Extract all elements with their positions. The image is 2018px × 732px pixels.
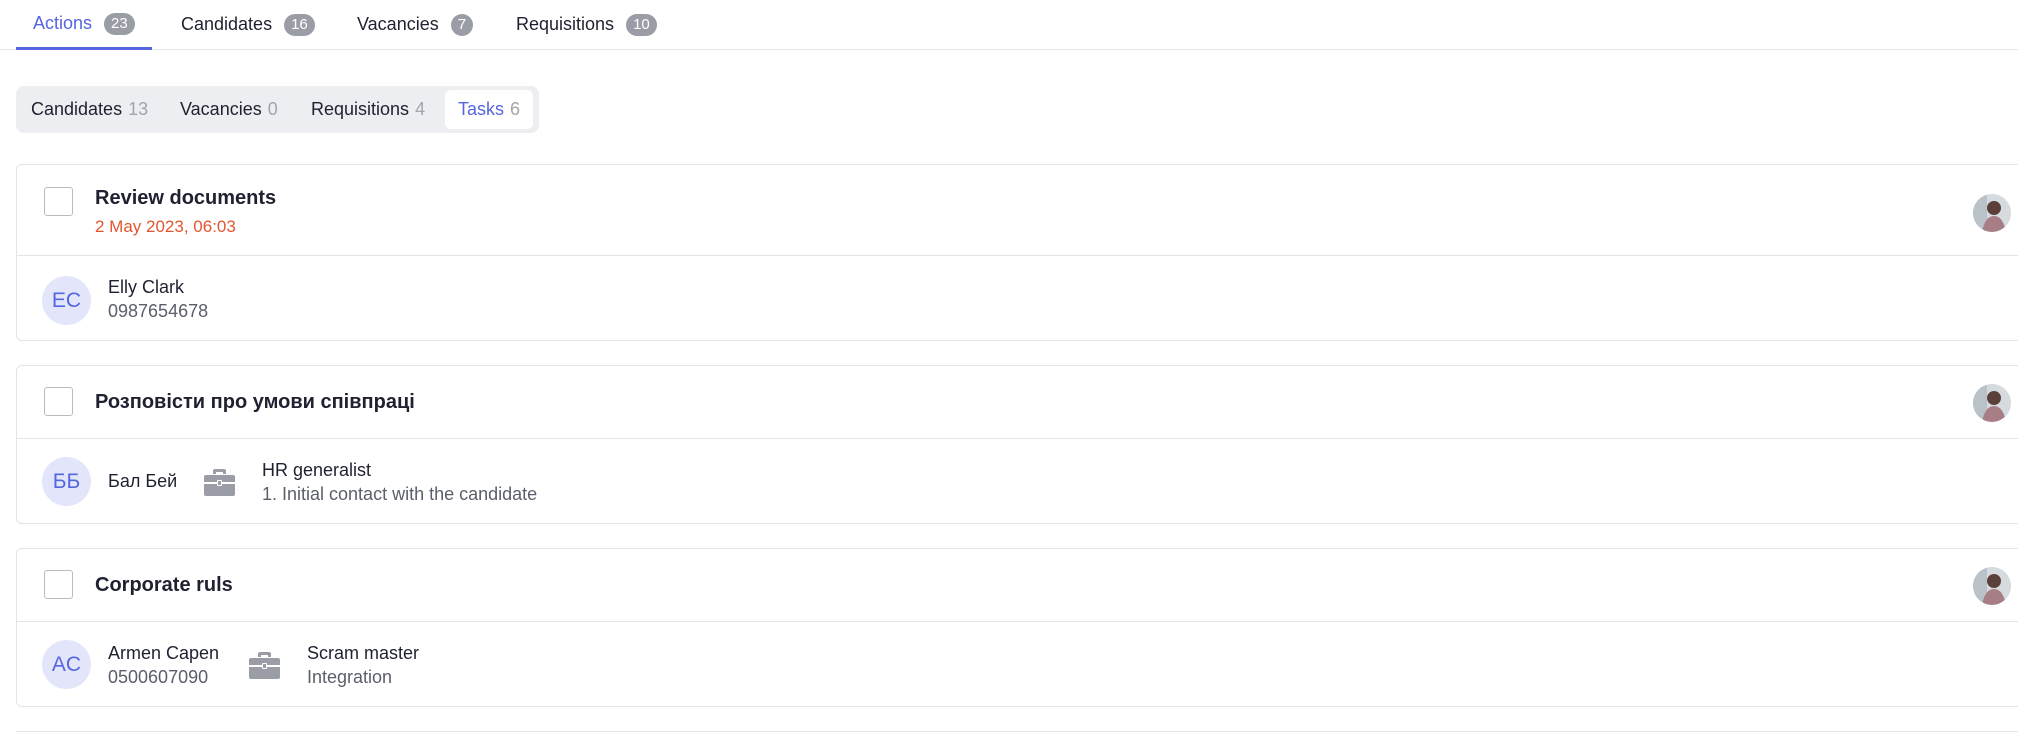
task-card-header: Розповісти про умови співпраці xyxy=(17,366,2018,439)
tab-candidates-count: 16 xyxy=(284,13,315,36)
tab-actions-count: 23 xyxy=(104,12,135,35)
tab-vacancies[interactable]: Vacancies 7 xyxy=(357,0,474,49)
task-title[interactable]: Розповісти про умови співпраці xyxy=(95,391,415,414)
contact-name[interactable]: Elly Clark xyxy=(108,277,184,298)
subtab-requisitions-count: 4 xyxy=(415,99,426,119)
subtab-requisitions-label: Requisitions xyxy=(311,99,410,119)
vacancy-title[interactable]: HR generalist xyxy=(262,460,371,481)
owner-avatar[interactable] xyxy=(1973,384,2011,422)
task-card: Розповісти про умови співпраці ББ Бал Бе… xyxy=(16,365,2018,524)
subtab-vacancies[interactable]: Vacancies 0 xyxy=(180,90,278,129)
owner-avatar[interactable] xyxy=(1973,567,2011,605)
subtab-candidates-label: Candidates xyxy=(31,99,123,119)
tab-requisitions-count: 10 xyxy=(626,13,657,36)
contact-name[interactable]: Бал Бей xyxy=(108,471,177,492)
task-card-header: Review documents 2 May 2023, 06:03 xyxy=(17,165,2018,256)
task-card: Review documents 2 May 2023, 06:03 EC El… xyxy=(16,164,2018,341)
task-card-header: Corporate ruls xyxy=(17,549,2018,622)
contact-name[interactable]: Armen Capen xyxy=(108,643,219,664)
main-tabs: Actions 23 Candidates 16 Vacancies 7 Req… xyxy=(0,0,2018,50)
tab-vacancies-count: 7 xyxy=(450,13,474,36)
tab-candidates-label: Candidates xyxy=(181,14,273,34)
vacancy-stage: Integration xyxy=(307,667,393,687)
vacancy-stage: 1. Initial contact with the candidate xyxy=(262,484,538,504)
contact-initials-avatar[interactable]: EC xyxy=(42,276,91,325)
subtab-tasks[interactable]: Tasks 6 xyxy=(445,90,534,129)
subtab-vacancies-count: 0 xyxy=(267,99,278,119)
contact-initials-avatar[interactable]: ББ xyxy=(42,457,91,506)
vacancy-title[interactable]: Scram master xyxy=(307,643,419,664)
tab-actions-label: Actions xyxy=(33,13,93,33)
action-type-switcher: Candidates 13 Vacancies 0 Requisitions 4… xyxy=(16,86,539,133)
subtab-requisitions[interactable]: Requisitions 4 xyxy=(311,90,425,129)
subtab-tasks-label: Tasks xyxy=(458,99,505,119)
task-title[interactable]: Review documents xyxy=(95,187,276,210)
subtab-candidates[interactable]: Candidates 13 xyxy=(31,90,148,129)
task-due-date: 2 May 2023, 06:03 xyxy=(95,217,236,236)
tab-requisitions[interactable]: Requisitions 10 xyxy=(516,0,657,49)
subtab-vacancies-label: Vacancies xyxy=(180,99,262,119)
tab-requisitions-label: Requisitions xyxy=(516,14,615,34)
contact-phone: 0987654678 xyxy=(108,301,209,321)
briefcase-icon xyxy=(249,652,280,679)
task-complete-checkbox[interactable] xyxy=(44,387,73,416)
subtab-candidates-count: 13 xyxy=(128,99,149,119)
task-card: Corporate ruls AC Armen Capen 0500607090… xyxy=(16,548,2018,707)
tab-actions[interactable]: Actions 23 xyxy=(16,0,152,50)
task-complete-checkbox[interactable] xyxy=(44,570,73,599)
contact-phone: 0500607090 xyxy=(108,667,209,687)
subtab-tasks-count: 6 xyxy=(510,99,521,119)
owner-avatar[interactable] xyxy=(1973,194,2011,232)
task-complete-checkbox[interactable] xyxy=(44,187,73,216)
task-title[interactable]: Corporate ruls xyxy=(95,574,233,597)
tab-vacancies-label: Vacancies xyxy=(357,14,439,34)
contact-initials-avatar[interactable]: AC xyxy=(42,640,91,689)
tab-candidates[interactable]: Candidates 16 xyxy=(181,0,315,49)
briefcase-icon xyxy=(204,469,235,496)
